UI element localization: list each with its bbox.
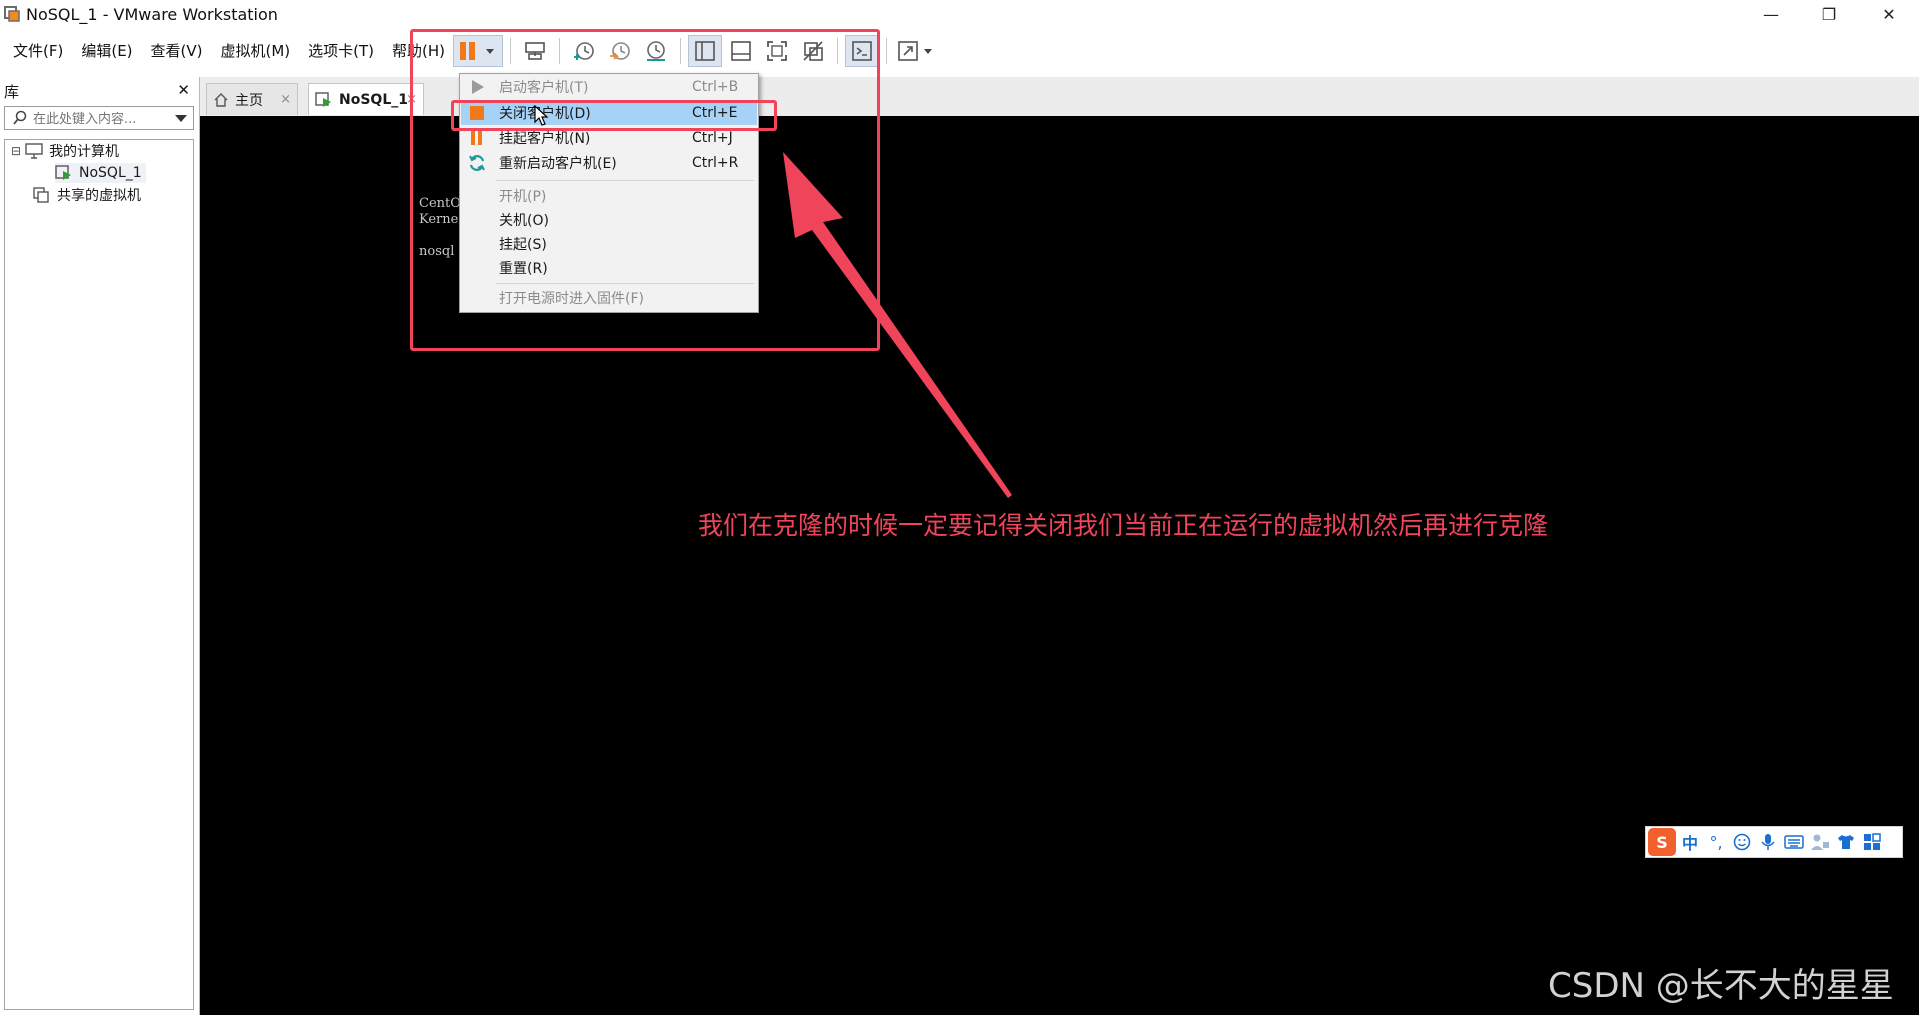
menu-bar: 文件(F) 编辑(E) 查看(V) 虚拟机(M) 选项卡(T) 帮助(H) — [4, 40, 454, 61]
pause-icon — [471, 131, 482, 145]
menu-item-suspend[interactable]: 挂起(S) — [461, 232, 757, 256]
soft-keyboard-icon[interactable] — [1782, 830, 1806, 854]
library-close-icon[interactable]: ✕ — [177, 81, 190, 99]
close-button[interactable]: ✕ — [1860, 0, 1918, 29]
tab-home[interactable]: 主页 × — [206, 83, 298, 115]
vm-tree: ⊟ 我的计算机 NoSQL_1 共享的虚拟机 — [4, 139, 194, 1010]
grid-apps-icon — [1864, 833, 1881, 850]
toolbox-icon[interactable] — [1860, 830, 1884, 854]
tab-label: NoSQL_1 — [339, 91, 408, 108]
computer-icon — [25, 143, 43, 159]
library-header: 库 ✕ — [4, 81, 194, 101]
microphone-icon — [1761, 834, 1775, 850]
sogou-logo-icon[interactable]: S — [1648, 828, 1676, 856]
menu-edit[interactable]: 编辑(E) — [72, 40, 141, 61]
ime-toolbar: S 中 °, — [1645, 826, 1903, 858]
library-search-input[interactable] — [31, 109, 165, 129]
user-settings-icon[interactable] — [1808, 830, 1832, 854]
restore-button[interactable]: ❐ — [1800, 0, 1858, 29]
menu-file[interactable]: 文件(F) — [4, 40, 72, 61]
tab-close-icon[interactable]: × — [280, 92, 291, 107]
csdn-watermark: CSDN @长不大的星星 — [1548, 966, 1894, 1006]
tree-item-shared-vms[interactable]: 共享的虚拟机 — [33, 185, 141, 205]
menu-toolbar-row: 文件(F) 编辑(E) 查看(V) 虚拟机(M) 选项卡(T) 帮助(H) — [0, 29, 1919, 72]
emoji-face-icon — [1733, 833, 1751, 851]
menu-item-restart-guest[interactable]: 重新启动客户机(E) Ctrl+R — [461, 151, 757, 175]
vm-running-icon — [315, 91, 331, 107]
window-title: NoSQL_1 - VMware Workstation — [26, 5, 278, 24]
tshirt-icon — [1838, 835, 1854, 849]
search-icon — [13, 110, 27, 125]
play-icon — [472, 80, 484, 94]
tree-label: 我的计算机 — [49, 144, 120, 160]
tab-nosql-1[interactable]: NoSQL_1 × — [308, 83, 424, 115]
home-icon — [214, 92, 228, 107]
skin-icon[interactable] — [1834, 830, 1858, 854]
user-icon — [1811, 834, 1829, 850]
restart-icon — [469, 155, 485, 171]
library-panel: 库 ✕ ⊟ 我的计算机 NoSQL_1 — [0, 77, 200, 1015]
menu-view[interactable]: 查看(V) — [142, 40, 212, 61]
tree-label: 共享的虚拟机 — [57, 188, 141, 204]
menu-vm[interactable]: 虚拟机(M) — [212, 40, 300, 61]
toolbar-separator — [886, 38, 887, 64]
annotation-item-highlight-box — [451, 100, 777, 131]
chevron-down-icon[interactable] — [175, 115, 187, 123]
stretch-guest-button[interactable] — [894, 35, 940, 67]
menu-tabs[interactable]: 选项卡(T) — [299, 40, 383, 61]
emoji-icon[interactable] — [1730, 830, 1754, 854]
shared-vms-icon — [33, 187, 49, 203]
vmware-app-icon — [4, 6, 20, 22]
library-search-box[interactable] — [4, 106, 194, 130]
tree-item-vm[interactable]: NoSQL_1 — [55, 163, 146, 183]
ime-punctuation-toggle[interactable]: °, — [1704, 830, 1728, 854]
stretch-icon — [898, 41, 932, 61]
menu-item-start-guest[interactable]: 启动客户机(T) Ctrl+B — [461, 75, 757, 99]
vm-running-icon — [55, 165, 71, 180]
menu-item-power-off[interactable]: 关机(O) — [461, 208, 757, 232]
title-bar: NoSQL_1 - VMware Workstation — ❐ ✕ — [0, 0, 1919, 29]
library-title: 库 — [4, 83, 20, 101]
menu-item-power-on[interactable]: 开机(P) — [461, 184, 757, 208]
minimize-button[interactable]: — — [1742, 0, 1800, 29]
keyboard-icon — [1784, 835, 1804, 849]
annotation-text: 我们在克隆的时候一定要记得关闭我们当前正在运行的虚拟机然后再进行克隆 — [698, 511, 1549, 540]
menu-separator — [496, 283, 754, 284]
collapse-icon[interactable]: ⊟ — [11, 144, 21, 158]
menu-item-reset[interactable]: 重置(R) — [461, 256, 757, 280]
menu-item-power-on-to-firmware[interactable]: 打开电源时进入固件(F) — [461, 286, 757, 310]
tree-item-my-computer[interactable]: ⊟ 我的计算机 — [11, 141, 119, 161]
tree-label: NoSQL_1 — [79, 165, 142, 181]
menu-separator — [496, 180, 754, 181]
tab-label: 主页 — [235, 92, 263, 109]
voice-input-icon[interactable] — [1756, 830, 1780, 854]
ime-language-toggle[interactable]: 中 — [1678, 830, 1702, 854]
